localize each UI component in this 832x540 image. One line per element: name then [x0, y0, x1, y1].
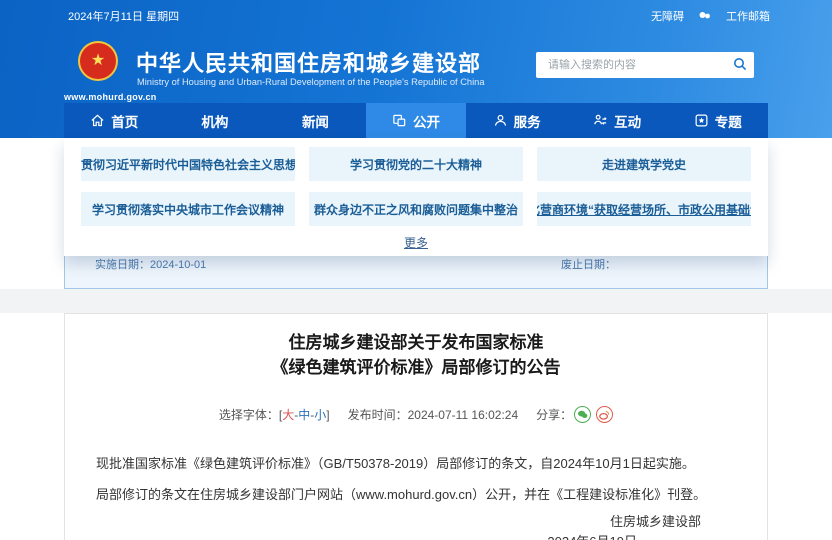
star-badge-icon — [694, 113, 709, 128]
dropdown-link[interactable]: 群众身边不正之风和腐败问题集中整治 — [309, 192, 523, 226]
implement-date-label: 实施日期： — [95, 259, 150, 271]
nav-item-open[interactable]: 公开 — [366, 103, 467, 138]
nav-item-news[interactable]: 新闻 — [265, 103, 366, 138]
search-input[interactable] — [536, 59, 726, 71]
main-nav: 首页 机构 新闻 公开 服务 — [64, 103, 768, 138]
share-label: 分享： — [536, 406, 572, 423]
accessibility-link[interactable]: 无障碍 — [651, 8, 684, 24]
font-select-close: ] — [326, 408, 329, 422]
nav-item-service[interactable]: 服务 — [466, 103, 567, 138]
dropdown-link[interactable]: 学习贯彻习近平新时代中国特色社会主义思想主... — [81, 147, 295, 181]
nav-label: 首页 — [111, 111, 138, 131]
work-mailbox-link[interactable]: 工作邮箱 — [726, 8, 770, 24]
person-arrows-icon — [593, 113, 608, 128]
nav-label: 机构 — [201, 111, 228, 131]
article-title: 住房城乡建设部关于发布国家标准 《绿色建筑评价标准》局部修订的公告 — [65, 330, 767, 380]
site-title-english: Ministry of Housing and Urban-Rural Deve… — [137, 77, 485, 87]
person-icon — [493, 113, 508, 128]
page: 2024年7月11日 星期四 无障碍 工作邮箱 ★ www.mohurd.gov… — [0, 0, 832, 540]
page-divider-band — [0, 289, 832, 313]
site-title: 中华人民共和国住房和城乡建设部 — [136, 46, 481, 78]
article-card: 住房城乡建设部关于发布国家标准 《绿色建筑评价标准》局部修订的公告 选择字体：[… — [64, 313, 768, 540]
article-title-line2: 《绿色建筑评价标准》局部修订的公告 — [65, 355, 767, 380]
nav-item-interact[interactable]: 互动 — [567, 103, 668, 138]
repeal-date-label: 废止日期： — [561, 256, 616, 272]
wechat-icon[interactable] — [574, 406, 591, 423]
dropdown-link[interactable]: 优化营商环境“获取经营场所、市政公用基础设... — [537, 192, 751, 226]
article-title-line1: 住房城乡建设部关于发布国家标准 — [65, 330, 767, 355]
font-select-label: 选择字体：[ — [219, 406, 282, 423]
nav-label: 新闻 — [302, 111, 329, 131]
weibo-icon[interactable] — [596, 406, 613, 423]
nav-item-special[interactable]: 专题 — [667, 103, 768, 138]
dropdown-link[interactable]: 学习贯彻党的二十大精神 — [309, 147, 523, 181]
topbar-links: 无障碍 工作邮箱 — [651, 8, 770, 24]
dropdown-links-grid: 学习贯彻习近平新时代中国特色社会主义思想主... 学习贯彻党的二十大精神 走进建… — [81, 147, 751, 226]
font-size-small[interactable]: 小 — [314, 406, 326, 423]
topbar: 2024年7月11日 星期四 无障碍 工作邮箱 — [0, 0, 832, 30]
article-paragraph: 现批准国家标准《绿色建筑评价标准》（GB/T50378-2019）局部修订的条文… — [96, 455, 741, 473]
implement-date-value: 2024-10-01 — [150, 259, 206, 271]
article-signature: 住房城乡建设部 — [610, 511, 701, 530]
current-date: 2024年7月11日 星期四 — [68, 8, 179, 24]
dropdown-link[interactable]: 走进建筑学党史 — [537, 147, 751, 181]
home-icon — [90, 113, 105, 128]
nav-label: 服务 — [514, 111, 541, 131]
search-icon — [733, 57, 747, 74]
nav-label: 互动 — [614, 111, 641, 131]
nav-item-home[interactable]: 首页 — [64, 103, 165, 138]
nav-label: 公开 — [413, 111, 440, 131]
font-size-large[interactable]: 大 — [282, 406, 294, 423]
publish-time-label: 发布时间： — [348, 406, 408, 423]
dropdown-more-row: 更多 — [64, 234, 768, 252]
article-signature-date: 2024年6月19日 — [547, 531, 637, 540]
article-meta-row: 选择字体：[大 - 中 - 小] 发布时间：2024-07-11 16:02:2… — [65, 406, 767, 423]
documents-icon — [392, 113, 407, 128]
site-url: www.mohurd.gov.cn — [64, 92, 157, 102]
hands-icon — [698, 10, 712, 23]
dropdown-link[interactable]: 学习贯彻落实中央城市工作会议精神 — [81, 192, 295, 226]
search-box — [536, 52, 754, 78]
nav-item-org[interactable]: 机构 — [165, 103, 266, 138]
nav-label: 专题 — [715, 111, 742, 131]
publish-time-value: 2024-07-11 16:02:24 — [408, 408, 519, 422]
more-link[interactable]: 更多 — [404, 236, 428, 250]
search-button[interactable] — [726, 52, 754, 78]
font-size-medium[interactable]: 中 — [298, 406, 310, 423]
article-paragraph: 局部修订的条文在住房城乡建设部门户网站（www.mohurd.gov.cn）公开… — [96, 486, 741, 504]
national-emblem: ★ — [80, 43, 116, 79]
open-dropdown-panel: 学习贯彻习近平新时代中国特色社会主义思想主... 学习贯彻党的二十大精神 走进建… — [64, 138, 768, 256]
